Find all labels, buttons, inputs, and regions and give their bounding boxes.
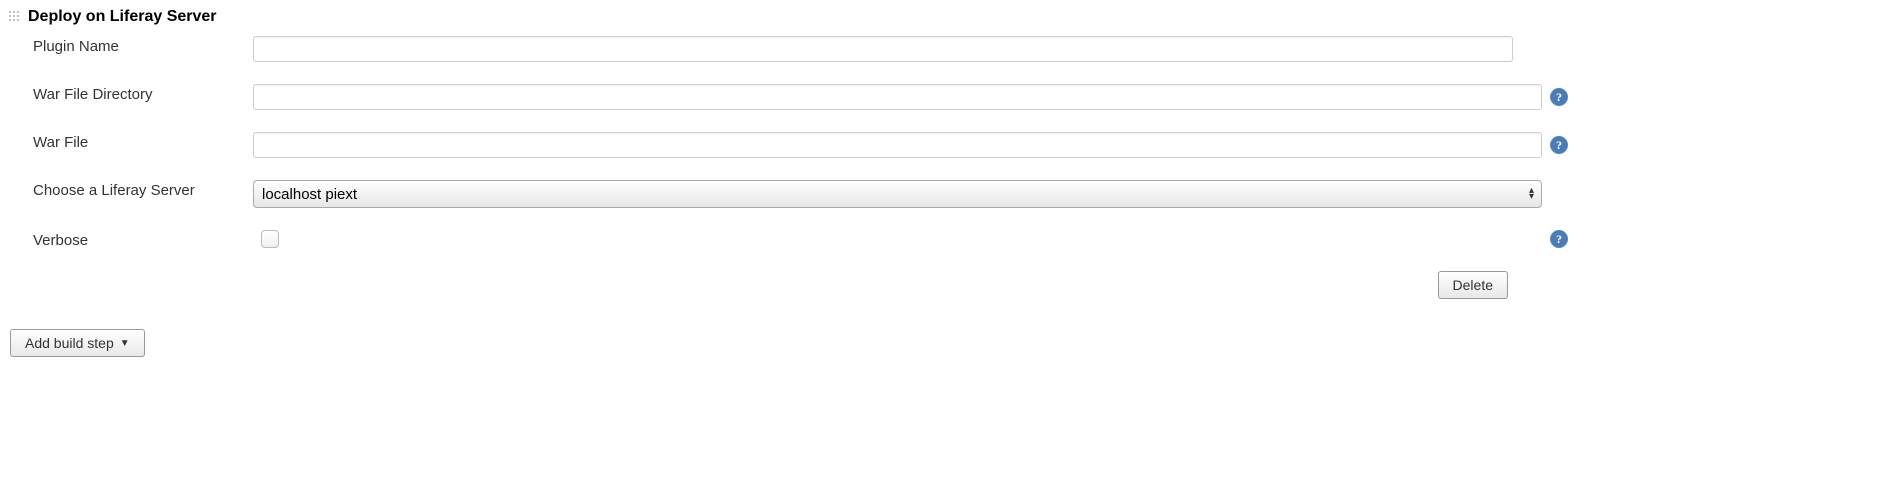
section-title: Deploy on Liferay Server [28, 8, 217, 26]
plugin-name-row: Plugin Name [8, 36, 1568, 62]
help-icon[interactable]: ? [1550, 88, 1568, 106]
add-build-step-button[interactable]: Add build step ▼ [10, 329, 145, 357]
war-file-directory-input[interactable] [253, 84, 1542, 110]
verbose-label: Verbose [8, 230, 253, 249]
help-icon[interactable]: ? [1550, 230, 1568, 248]
plugin-name-input[interactable] [253, 36, 1513, 62]
add-build-step-row: Add build step ▼ [8, 329, 1890, 357]
war-file-row: War File ? [8, 132, 1568, 158]
war-file-label: War File [8, 132, 253, 151]
war-file-directory-row: War File Directory ? [8, 84, 1568, 110]
svg-text:?: ? [1556, 138, 1562, 152]
liferay-server-label: Choose a Liferay Server [8, 180, 253, 199]
section-header: Deploy on Liferay Server [8, 8, 1568, 26]
war-file-input[interactable] [253, 132, 1542, 158]
verbose-checkbox[interactable] [261, 230, 279, 248]
delete-row: Delete [8, 271, 1568, 299]
add-build-step-label: Add build step [25, 335, 114, 351]
plugin-name-label: Plugin Name [8, 36, 253, 55]
svg-text:?: ? [1556, 90, 1562, 104]
chevron-down-icon: ▼ [120, 338, 130, 349]
verbose-row: Verbose ? [8, 230, 1568, 249]
svg-text:?: ? [1556, 232, 1562, 246]
liferay-server-select[interactable]: localhost piext [253, 180, 1542, 208]
war-file-directory-label: War File Directory [8, 84, 253, 103]
liferay-server-row: Choose a Liferay Server localhost piext … [8, 180, 1568, 208]
drag-handle-icon[interactable] [8, 10, 22, 24]
delete-button[interactable]: Delete [1438, 271, 1508, 299]
help-icon[interactable]: ? [1550, 136, 1568, 154]
